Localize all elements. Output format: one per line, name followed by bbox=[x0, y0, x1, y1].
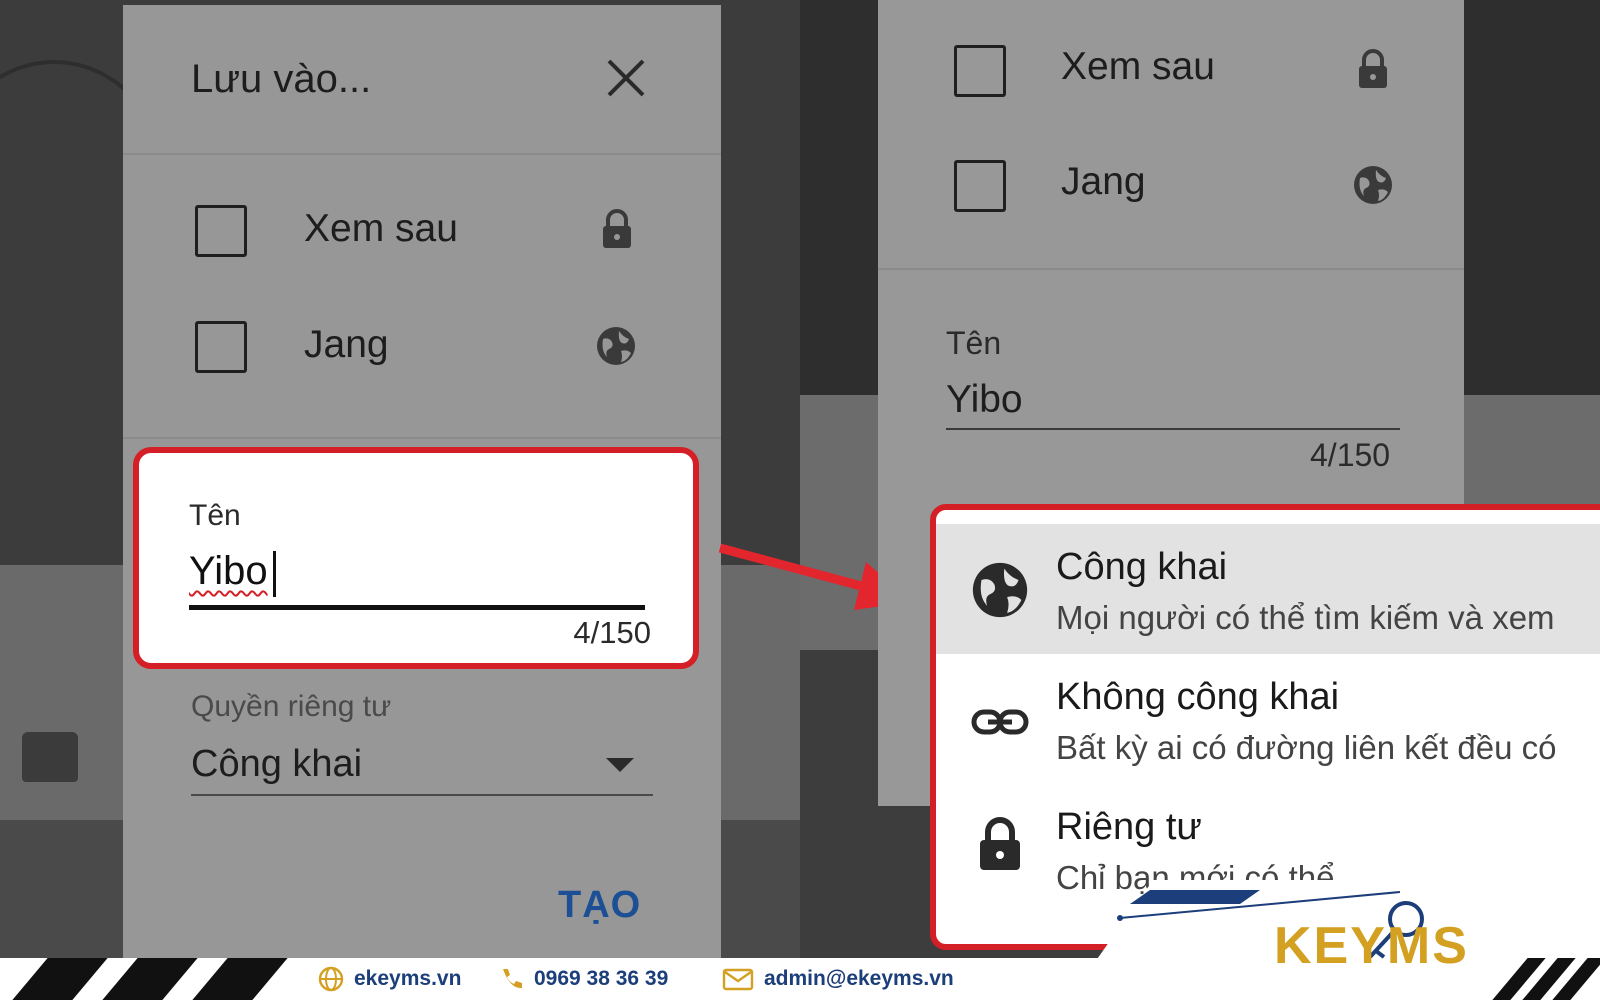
footer-email[interactable]: admin@ekeyms.vn bbox=[722, 966, 954, 992]
globe-icon bbox=[972, 562, 1028, 618]
like-icon bbox=[22, 732, 78, 782]
name-char-counter: 4/150 bbox=[573, 615, 651, 650]
privacy-select[interactable]: Công khai bbox=[191, 743, 362, 786]
close-icon[interactable] bbox=[603, 55, 649, 101]
checkbox-jang[interactable] bbox=[195, 321, 247, 373]
menu-item-title: Không công khai bbox=[1056, 676, 1340, 718]
checkbox-xem-sau[interactable] bbox=[954, 45, 1006, 97]
playlist-label-xem-sau: Xem sau bbox=[1061, 45, 1215, 88]
dialog-title: Lưu vào... bbox=[191, 57, 372, 101]
footer-website[interactable]: ekeyms.vn bbox=[318, 966, 461, 992]
privacy-label: Quyền riêng tư bbox=[191, 690, 392, 723]
brand-logo: KEYMS bbox=[1274, 917, 1469, 975]
globe-icon bbox=[1354, 166, 1392, 204]
privacy-select-underline bbox=[191, 794, 653, 796]
phone-icon bbox=[503, 969, 522, 989]
menu-item-unlisted[interactable]: Không công khai Bất kỳ ai có đường liên … bbox=[936, 654, 1600, 784]
globe-icon bbox=[597, 327, 635, 365]
checkbox-xem-sau[interactable] bbox=[195, 205, 247, 257]
mail-icon bbox=[722, 968, 754, 991]
playlist-label-jang: Jang bbox=[1061, 160, 1146, 203]
name-field-label: Tên bbox=[946, 325, 1002, 361]
dialog-header: Lưu vào... bbox=[123, 5, 721, 155]
lock-icon bbox=[603, 209, 631, 248]
footer-email-text: admin@ekeyms.vn bbox=[764, 967, 954, 990]
footer-phone[interactable]: 0969 38 36 39 bbox=[498, 966, 668, 992]
lock-icon bbox=[980, 817, 1020, 870]
checkbox-jang[interactable] bbox=[954, 160, 1006, 212]
create-button[interactable]: TẠO bbox=[558, 884, 641, 927]
name-char-counter: 4/150 bbox=[1310, 437, 1391, 473]
menu-item-subtitle: Mọi người có thể tìm kiếm và xem bbox=[1056, 599, 1555, 636]
text-caret bbox=[273, 551, 276, 597]
menu-item-subtitle: Bất kỳ ai có đường liên kết đều có bbox=[1056, 729, 1557, 766]
menu-item-title: Riêng tư bbox=[1056, 806, 1202, 848]
playlist-label-jang: Jang bbox=[304, 323, 389, 366]
divider bbox=[878, 268, 1464, 270]
footer-phone-text: 0969 38 36 39 bbox=[534, 967, 669, 990]
menu-item-title: Công khai bbox=[1056, 546, 1228, 588]
footer-website-text: ekeyms.vn bbox=[354, 967, 462, 990]
link-icon bbox=[971, 709, 1029, 735]
globe-icon bbox=[318, 966, 344, 992]
name-input-underline bbox=[946, 428, 1400, 430]
name-field-label: Tên bbox=[189, 499, 241, 532]
dropdown-arrow-icon[interactable] bbox=[606, 758, 634, 772]
name-input-underline bbox=[189, 605, 645, 610]
menu-item-public[interactable]: Công khai Mọi người có thể tìm kiếm và x… bbox=[936, 524, 1600, 654]
playlist-label-xem-sau: Xem sau bbox=[304, 207, 458, 250]
lock-icon bbox=[1359, 49, 1387, 88]
divider bbox=[123, 437, 721, 439]
name-field-card: Tên Yibo 4/150 bbox=[133, 447, 699, 669]
name-input[interactable]: Yibo bbox=[189, 549, 268, 594]
name-input[interactable]: Yibo bbox=[946, 378, 1023, 422]
